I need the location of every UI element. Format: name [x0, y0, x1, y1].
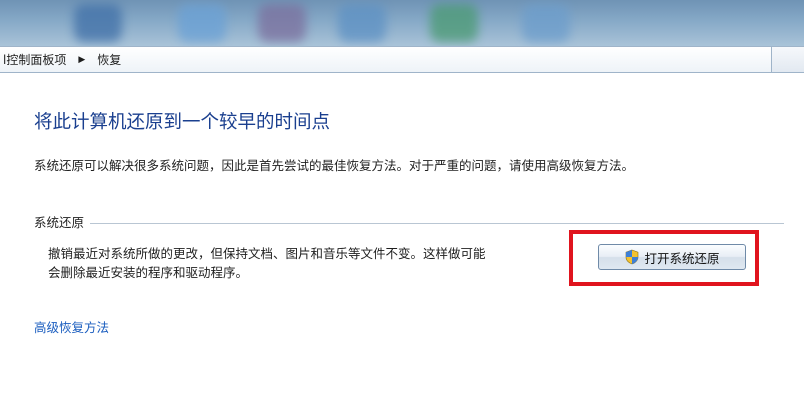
page-title: 将此计算机还原到一个较早的时间点 — [34, 112, 331, 133]
blurred-app-icon — [74, 4, 122, 42]
open-system-restore-label: 打开系统还原 — [644, 250, 720, 266]
blurred-app-icon — [522, 4, 570, 42]
blurred-app-icon — [178, 4, 226, 42]
breadcrumb-recovery[interactable]: 恢复 — [94, 51, 123, 68]
blurred-app-icon — [258, 4, 306, 42]
system-restore-section-header: 系统还原 — [34, 212, 784, 231]
system-restore-description-line: 撤销最近对系统所做的更改，但保持文档、图片和音乐等文件不变。这样做可能 — [48, 246, 486, 261]
breadcrumb-separator-icon[interactable]: ▶ — [78, 55, 85, 65]
page-description: 系统还原可以解决很多系统问题，因此是首先尝试的最佳恢复方法。对于严重的问题，请使… — [34, 158, 635, 173]
section-divider — [90, 222, 784, 224]
address-bar-end — [772, 46, 804, 73]
window-titlebar — [0, 0, 804, 46]
blurred-app-icon — [338, 4, 386, 42]
address-bar[interactable]: l控制面板项 ▶ 恢复 — [0, 46, 772, 73]
open-system-restore-button[interactable]: 打开系统还原 — [598, 244, 746, 270]
blurred-app-icon — [430, 4, 478, 42]
recovery-window: l控制面板项 ▶ 恢复 将此计算机还原到一个较早的时间点 系统还原可以解决很多系… — [0, 0, 804, 413]
section-label: 系统还原 — [34, 215, 85, 230]
system-restore-description-line: 会删除最近安装的程序和驱动程序。 — [48, 265, 249, 280]
uac-shield-icon — [624, 249, 640, 265]
breadcrumb-control-panel-items[interactable]: l控制面板项 — [0, 51, 68, 68]
system-restore-description: 撤销最近对系统所做的更改，但保持文档、图片和音乐等文件不变。这样做可能 会删除最… — [48, 244, 558, 282]
advanced-recovery-link[interactable]: 高级恢复方法 — [34, 317, 109, 336]
